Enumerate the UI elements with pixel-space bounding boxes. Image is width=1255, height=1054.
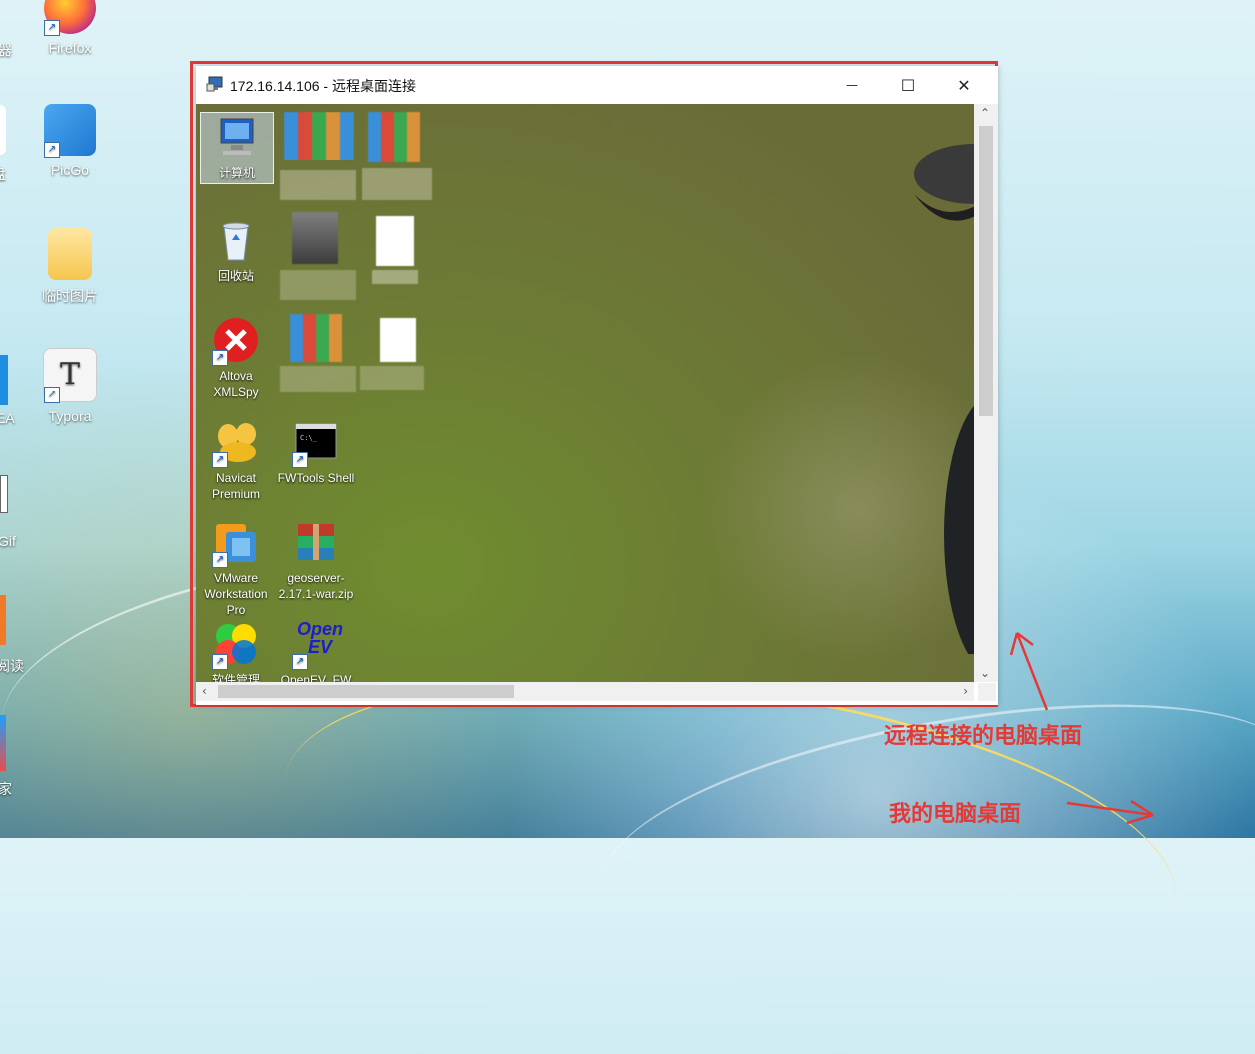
remote-icon-label: geoserver-2.17.1-war.zip (278, 571, 354, 601)
folder-icon (48, 228, 92, 280)
shortcut-arrow-icon: ↗ (44, 387, 60, 403)
pixelated-icon (376, 216, 414, 266)
picgo-icon: ↗ (44, 104, 96, 158)
vertical-scrollbar[interactable]: ⌃ ⌄ (974, 104, 998, 682)
maximize-icon: ☐ (900, 75, 916, 95)
remote-icon-label: 计算机 (218, 166, 255, 180)
remote-desktop-window[interactable]: 172.16.14.106 - 远程桌面连接 — ☐ ✕ 计算机 回收站 ↗ A… (196, 66, 998, 705)
desktop-icon-firefox[interactable]: ↗ Firefox (30, 0, 110, 56)
partial-label: EA (0, 410, 15, 426)
desktop-icon-label: Firefox (48, 40, 92, 56)
openev-logo-text: Open EV (296, 619, 343, 657)
wallpaper-bird-image (914, 144, 974, 654)
remote-icon-label: FWTools Shell (277, 471, 355, 485)
scroll-down-arrow-icon[interactable]: ⌄ (980, 666, 990, 680)
maximize-button[interactable]: ☐ (880, 66, 936, 104)
typora-icon: T ↗ (43, 348, 97, 403)
pixelated-icon-label (372, 270, 418, 284)
close-button[interactable]: ✕ (936, 66, 992, 104)
remote-icon-xmlspy[interactable]: ↗ Altova XMLSpy (196, 316, 276, 400)
minimize-icon: — (846, 78, 858, 92)
shortcut-arrow-icon: ↗ (212, 552, 228, 568)
annotation-arrow-remote (1009, 632, 1049, 711)
partial-icon (0, 475, 8, 513)
remote-icon-recycle-bin[interactable]: 回收站 (196, 216, 276, 284)
annotation-local-desktop: 我的电脑桌面 (889, 802, 1022, 827)
horizontal-scrollbar[interactable]: ‹ › (196, 682, 974, 701)
pixelated-icon-label (360, 366, 424, 390)
vertical-scroll-thumb[interactable] (979, 126, 993, 416)
desktop-icon-label: Typora (48, 408, 92, 424)
openev-logo-icon: Open EV ↗ (292, 620, 343, 670)
remote-icon-label: 回收站 (217, 269, 254, 283)
window-title: 172.16.14.106 - 远程桌面连接 (230, 78, 416, 94)
partial-icon (0, 715, 6, 771)
title-bar[interactable]: 172.16.14.106 - 远程桌面连接 — ☐ ✕ (196, 66, 998, 104)
close-icon: ✕ (957, 75, 971, 95)
pixelated-icon (368, 112, 420, 162)
remote-desktop-icon (206, 76, 223, 92)
firefox-icon: ↗ (44, 0, 96, 36)
partial-label: 家 (0, 781, 12, 797)
partial-label: Gif (0, 533, 16, 549)
terminal-icon: C:\_ ↗ (292, 418, 340, 468)
remote-icon-vmware[interactable]: ↗ VMware Workstation Pro (196, 518, 276, 618)
vmware-icon: ↗ (212, 518, 260, 568)
remote-icon-label: OpenEV_FW (280, 673, 352, 682)
computer-icon (213, 113, 261, 161)
remote-icon-computer[interactable]: 计算机 (200, 112, 274, 184)
pixelated-icon (292, 212, 338, 264)
remote-icon-openev[interactable]: Open EV ↗ OpenEV_FW (276, 620, 356, 682)
remote-icon-label: Navicat Premium (211, 471, 260, 501)
shortcut-arrow-icon: ↗ (44, 142, 60, 158)
remote-icon-navicat[interactable]: ↗ Navicat Premium (196, 418, 276, 502)
pixelated-icon-label (280, 366, 356, 392)
svg-text:C:\_: C:\_ (300, 434, 318, 442)
remote-icon-label: VMware Workstation Pro (204, 571, 268, 617)
navicat-icon: ↗ (212, 418, 260, 468)
pixelated-icon (380, 318, 416, 362)
shortcut-arrow-icon: ↗ (212, 654, 228, 670)
resize-grip-icon[interactable] (978, 683, 996, 701)
horizontal-scroll-thumb[interactable] (218, 685, 514, 698)
shortcut-arrow-icon: ↗ (44, 20, 60, 36)
xmlspy-icon: ↗ (212, 316, 260, 366)
remote-icon-fwtools[interactable]: C:\_ ↗ FWTools Shell (276, 418, 356, 486)
pixelated-icon (290, 314, 342, 362)
partial-label: 盘 (0, 164, 6, 184)
partial-label: 器 (0, 42, 12, 58)
partial-icon (0, 595, 6, 645)
remote-icon-software-manager[interactable]: ↗ 软件管理 (196, 620, 276, 682)
shortcut-arrow-icon: ↗ (292, 452, 308, 468)
desktop-icon-temp-images[interactable]: 临时图片 (30, 228, 110, 306)
shortcut-arrow-icon: ↗ (212, 350, 228, 366)
recycle-bin-icon (212, 216, 260, 264)
pixelated-icon-label (362, 168, 432, 200)
minimize-button[interactable]: — (824, 66, 880, 104)
shortcut-arrow-icon: ↗ (292, 654, 308, 670)
remote-icon-geoserver-zip[interactable]: geoserver-2.17.1-war.zip (276, 518, 356, 602)
desktop-icon-label: PicGo (50, 162, 90, 178)
shortcut-arrow-icon: ↗ (212, 452, 228, 468)
scroll-left-arrow-icon[interactable]: ‹ (202, 684, 207, 698)
remote-icon-label: Altova XMLSpy (213, 369, 259, 399)
remote-desktop-view[interactable]: 计算机 回收站 ↗ Altova XMLSpy ↗ Navicat Premiu… (196, 104, 974, 682)
annotation-arrow-local (1066, 799, 1154, 825)
winrar-archive-icon (292, 518, 340, 566)
desktop-icon-picgo[interactable]: ↗ PicGo (30, 104, 110, 178)
pixelated-icon-label (280, 270, 356, 300)
partial-icon (0, 105, 6, 155)
desktop-icon-label: 临时图片 (42, 288, 98, 304)
software-manager-icon: ↗ (212, 620, 260, 670)
partial-icon (0, 355, 8, 405)
scroll-up-arrow-icon[interactable]: ⌃ (980, 106, 990, 120)
scroll-right-arrow-icon[interactable]: › (963, 684, 968, 698)
annotation-remote-desktop: 远程连接的电脑桌面 (884, 724, 1083, 749)
pixelated-icon-label (280, 170, 356, 200)
desktop-icon-typora[interactable]: T ↗ Typora (30, 348, 110, 424)
remote-icon-label: 软件管理 (211, 673, 260, 682)
partial-label: 阅读 (0, 658, 24, 674)
